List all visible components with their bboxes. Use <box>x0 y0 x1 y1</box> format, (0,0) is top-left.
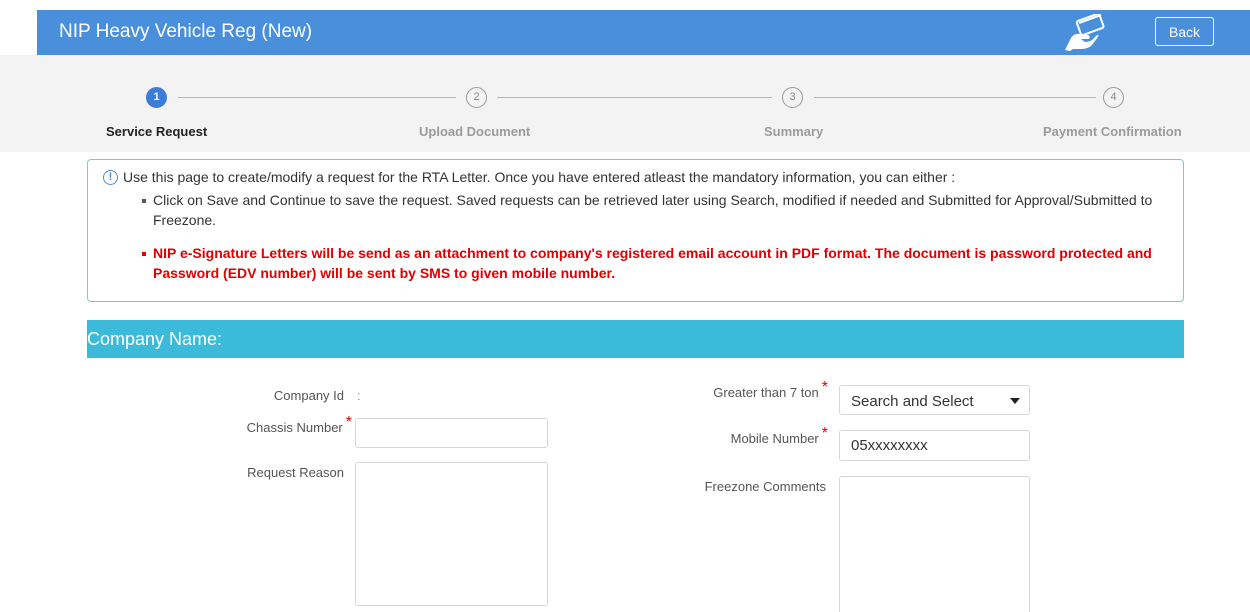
info-icon: ! <box>103 170 118 185</box>
mobile-number-label: Mobile Number * <box>730 425 828 446</box>
section-title: Company Name: <box>87 329 223 349</box>
required-mark: * <box>821 425 828 442</box>
step-1-label[interactable]: Service Request <box>106 124 207 139</box>
freezone-comments-label: Freezone Comments <box>704 479 826 494</box>
required-mark: * <box>345 414 352 431</box>
page-title: NIP Heavy Vehicle Reg (New) <box>59 21 313 42</box>
section-header: Company Name: <box>87 320 1184 358</box>
step-2-indicator[interactable]: 2 <box>466 87 487 108</box>
step-connector <box>178 97 456 98</box>
step-1-indicator[interactable]: 1 <box>146 87 167 108</box>
greater-than-7-ton-label: Greater than 7 ton * <box>713 379 828 400</box>
step-3-label[interactable]: Summary <box>764 124 823 139</box>
mobile-number-input[interactable] <box>839 430 1030 461</box>
step-4-indicator[interactable]: 4 <box>1103 87 1124 108</box>
select-value: Search and Select <box>851 393 974 410</box>
chassis-number-label: Chassis Number * <box>246 414 352 435</box>
greater-than-7-ton-select[interactable]: Search and Select <box>839 385 1030 415</box>
chassis-number-input[interactable] <box>355 418 548 448</box>
step-connector <box>497 97 772 98</box>
card-payment-icon <box>1065 14 1105 51</box>
step-connector <box>814 97 1096 98</box>
bullet-icon <box>142 252 146 256</box>
step-2-label[interactable]: Upload Document <box>419 124 530 139</box>
required-mark: * <box>821 379 828 396</box>
info-intro-text: Use this page to create/modify a request… <box>123 169 956 185</box>
header-bar: NIP Heavy Vehicle Reg (New) Back <box>37 10 1250 55</box>
company-id-value: : <box>357 388 361 403</box>
info-bullet-signature: NIP e-Signature Letters will be send as … <box>153 245 1152 281</box>
info-bullet-save: Click on Save and Continue to save the r… <box>153 192 1153 228</box>
chevron-down-icon <box>1010 398 1020 404</box>
step-4-label[interactable]: Payment Confirmation <box>1043 124 1182 139</box>
progress-stepper: 1 2 3 4 Service Request Upload Document … <box>0 55 1250 152</box>
freezone-comments-textarea[interactable] <box>839 476 1030 612</box>
step-3-indicator[interactable]: 3 <box>782 87 803 108</box>
company-id-label: Company Id <box>273 388 344 403</box>
bullet-icon <box>142 199 146 203</box>
info-panel: ! Use this page to create/modify a reque… <box>87 159 1184 302</box>
request-reason-label: Request Reason <box>247 465 344 480</box>
request-reason-textarea[interactable] <box>355 462 548 606</box>
back-button[interactable]: Back <box>1155 17 1214 46</box>
